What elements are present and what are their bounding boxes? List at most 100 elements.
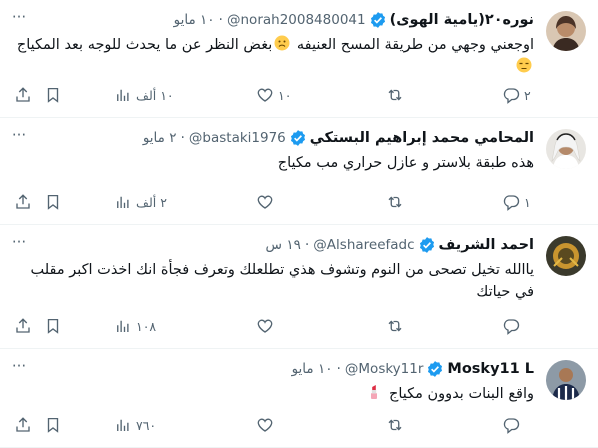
tweet-text: هذه طبقة بلاستر و عازل حراري مب مكياج: [277, 155, 534, 171]
reply-icon: [502, 317, 520, 335]
views-button[interactable]: ١٠٨: [114, 316, 156, 336]
share-icon: [14, 317, 32, 335]
avatar[interactable]: [546, 129, 586, 169]
replies-count: ١: [524, 194, 531, 210]
retweet-icon: [386, 416, 404, 434]
tweet-text: اوجعني وجهي من طريقة المسح العنيفه بغض ا…: [14, 34, 534, 78]
views-button[interactable]: ١٠ ألف: [114, 85, 174, 105]
views-icon: [114, 193, 132, 211]
reply-icon: [502, 193, 520, 211]
user-handle[interactable]: @Mosky11r: [345, 361, 424, 377]
unamused-face-emoji-icon: [516, 57, 532, 73]
like-button[interactable]: [256, 192, 278, 212]
timeline-feed: نوره٢٠(يامية الهوى) @norah2008480041 · ١…: [0, 0, 598, 448]
views-count: ٧٦٠: [136, 417, 157, 433]
reply-button[interactable]: [502, 316, 524, 336]
share-button[interactable]: [14, 316, 32, 336]
avatar[interactable]: [546, 360, 586, 400]
display-name[interactable]: المحامي محمد إبراهيم البستكي: [310, 130, 534, 146]
tweet-actions: ٧٦٠: [14, 415, 534, 435]
tweet-text: واقع البنات بدوون مكياج: [14, 383, 534, 405]
bookmark-button[interactable]: [44, 85, 62, 105]
avatar[interactable]: [546, 236, 586, 276]
retweet-button[interactable]: [386, 85, 408, 105]
user-handle[interactable]: @norah2008480041: [227, 12, 366, 28]
retweet-icon: [386, 86, 404, 104]
verified-badge-icon: [369, 11, 387, 29]
views-icon: [114, 317, 132, 335]
timestamp[interactable]: ٢ مايو: [143, 130, 177, 146]
likes-count: ١٠: [278, 87, 292, 103]
retweet-icon: [386, 193, 404, 211]
retweet-button[interactable]: [386, 415, 408, 435]
tweet-text-part: اوجعني وجهي من طريقة المسح العنيفه: [292, 37, 534, 53]
separator-dot: ·: [218, 12, 223, 28]
timestamp[interactable]: ١٩ س: [266, 237, 301, 253]
bookmark-button[interactable]: [44, 316, 62, 336]
separator-dot: ·: [304, 237, 310, 253]
views-icon: [114, 86, 132, 104]
retweet-button[interactable]: [386, 316, 408, 336]
user-handle[interactable]: @Alshareefadc: [313, 237, 414, 253]
lipstick-emoji-icon: [366, 384, 382, 400]
reply-button[interactable]: ١: [502, 192, 531, 212]
bookmark-button[interactable]: [44, 192, 62, 212]
like-button[interactable]: [256, 415, 278, 435]
reply-button[interactable]: [502, 415, 524, 435]
display-name[interactable]: احمد الشريف: [439, 237, 534, 253]
share-button[interactable]: [14, 415, 32, 435]
separator-dot: ·: [336, 361, 341, 377]
tweet[interactable]: نوره٢٠(يامية الهوى) @norah2008480041 · ١…: [0, 0, 598, 118]
retweet-icon: [386, 317, 404, 335]
heart-icon: [256, 86, 274, 104]
frowning-face-emoji-icon: [274, 35, 290, 51]
bookmark-icon: [44, 193, 62, 211]
tweet-text-part: واقع البنات بدوون مكياج: [384, 386, 534, 402]
more-dots-icon[interactable]: ···: [8, 126, 30, 146]
views-count: ١٠٨: [136, 318, 157, 334]
heart-icon: [256, 193, 274, 211]
display-name[interactable]: Mosky11 L: [447, 361, 534, 377]
tweet-actions: ٢ ألف ١: [14, 192, 534, 212]
verified-badge-icon: [418, 236, 436, 254]
like-button[interactable]: ١٠: [256, 85, 291, 105]
bookmark-button[interactable]: [44, 415, 62, 435]
share-button[interactable]: [14, 85, 32, 105]
retweet-button[interactable]: [386, 192, 408, 212]
verified-badge-icon: [289, 129, 307, 147]
timestamp[interactable]: ١٠ مايو: [292, 361, 333, 377]
heart-icon: [256, 317, 274, 335]
bookmark-icon: [44, 416, 62, 434]
share-icon: [14, 86, 32, 104]
reply-icon: [502, 86, 520, 104]
views-button[interactable]: ٧٦٠: [114, 415, 156, 435]
heart-icon: [256, 416, 274, 434]
separator-dot: ·: [180, 130, 185, 146]
tweet[interactable]: المحامي محمد إبراهيم البستكي @bastaki197…: [0, 118, 598, 225]
views-count: ٢ ألف: [136, 194, 167, 210]
more-dots-icon[interactable]: ···: [8, 8, 30, 28]
timestamp[interactable]: ١٠ مايو: [174, 12, 215, 28]
reply-icon: [502, 416, 520, 434]
user-handle[interactable]: @bastaki1976: [189, 130, 286, 146]
views-button[interactable]: ٢ ألف: [114, 192, 167, 212]
share-icon: [14, 193, 32, 211]
more-dots-icon[interactable]: ···: [8, 233, 30, 253]
tweet-text: ياالله تخيل تصحى من النوم وتشوف هذي تطلع…: [30, 262, 535, 300]
reply-button[interactable]: ٢: [502, 85, 531, 105]
views-count: ١٠ ألف: [136, 87, 174, 103]
views-icon: [114, 416, 132, 434]
display-name[interactable]: نوره٢٠(يامية الهوى): [390, 12, 534, 28]
share-button[interactable]: [14, 192, 32, 212]
tweet-actions: ١٠٨: [14, 316, 534, 336]
bookmark-icon: [44, 317, 62, 335]
bookmark-icon: [44, 86, 62, 104]
tweet-actions: ١٠ ألف ١٠ ٢: [14, 85, 534, 105]
tweet[interactable]: احمد الشريف @Alshareefadc · ١٩ س ياالله …: [0, 225, 598, 349]
avatar[interactable]: [546, 11, 586, 51]
like-button[interactable]: [256, 316, 278, 336]
more-dots-icon[interactable]: ···: [8, 357, 30, 377]
replies-count: ٢: [524, 87, 531, 103]
tweet-text-part: بغض النظر عن ما يحدث للوجه بعد المكياج: [16, 37, 273, 53]
tweet[interactable]: Mosky11 L @Mosky11r · ١٠ مايو واقع البنا…: [0, 349, 598, 448]
